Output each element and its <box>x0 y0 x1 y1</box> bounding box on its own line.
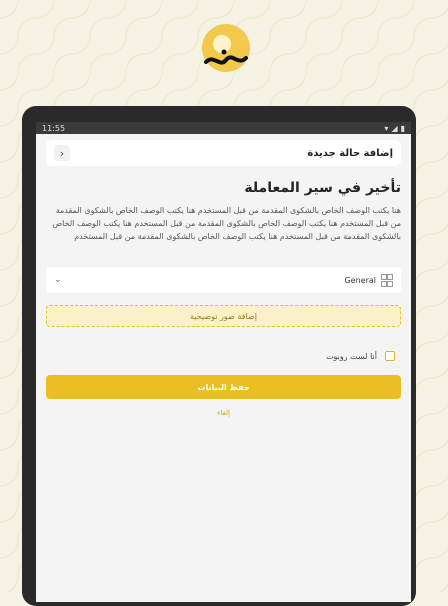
app-screen: 11:55 ▾ ◢ ▮ إضافة حالة جديدة ‹ تأخير في … <box>36 122 411 602</box>
upload-images-label: إضافة صور توضيحية <box>190 311 257 321</box>
page-title: إضافة حالة جديدة <box>307 147 393 159</box>
page-header: إضافة حالة جديدة ‹ <box>46 140 401 166</box>
battery-icon: ▮ <box>400 123 405 133</box>
app-logo <box>202 24 250 72</box>
save-button-label: حفظ البيانات <box>197 382 250 392</box>
grid-icon <box>381 273 393 287</box>
category-select[interactable]: General ⌄ <box>46 267 401 293</box>
captcha-label: أنا لست روبوت <box>325 351 377 361</box>
category-select-value: General <box>344 275 376 285</box>
upload-images-button[interactable]: إضافة صور توضيحية <box>46 305 401 327</box>
save-button[interactable]: حفظ البيانات <box>46 375 401 399</box>
case-description: هنا يكتب الوصف الخاص بالشكوى المقدمة من … <box>52 206 401 241</box>
case-title: تأخير في سير المعاملة <box>244 180 401 196</box>
status-bar: 11:55 ▾ ◢ ▮ <box>36 122 411 134</box>
chevron-left-icon: ‹ <box>59 146 65 160</box>
captcha-row: أنا لست روبوت <box>46 351 401 361</box>
cancel-link[interactable]: إلغاء <box>46 409 401 417</box>
captcha-checkbox[interactable] <box>385 351 395 361</box>
signal-icon: ◢ <box>391 123 398 133</box>
chevron-down-icon: ⌄ <box>54 275 62 285</box>
back-button[interactable]: ‹ <box>54 145 70 161</box>
status-time: 11:55 <box>42 123 66 133</box>
wifi-icon: ▾ <box>384 123 389 133</box>
